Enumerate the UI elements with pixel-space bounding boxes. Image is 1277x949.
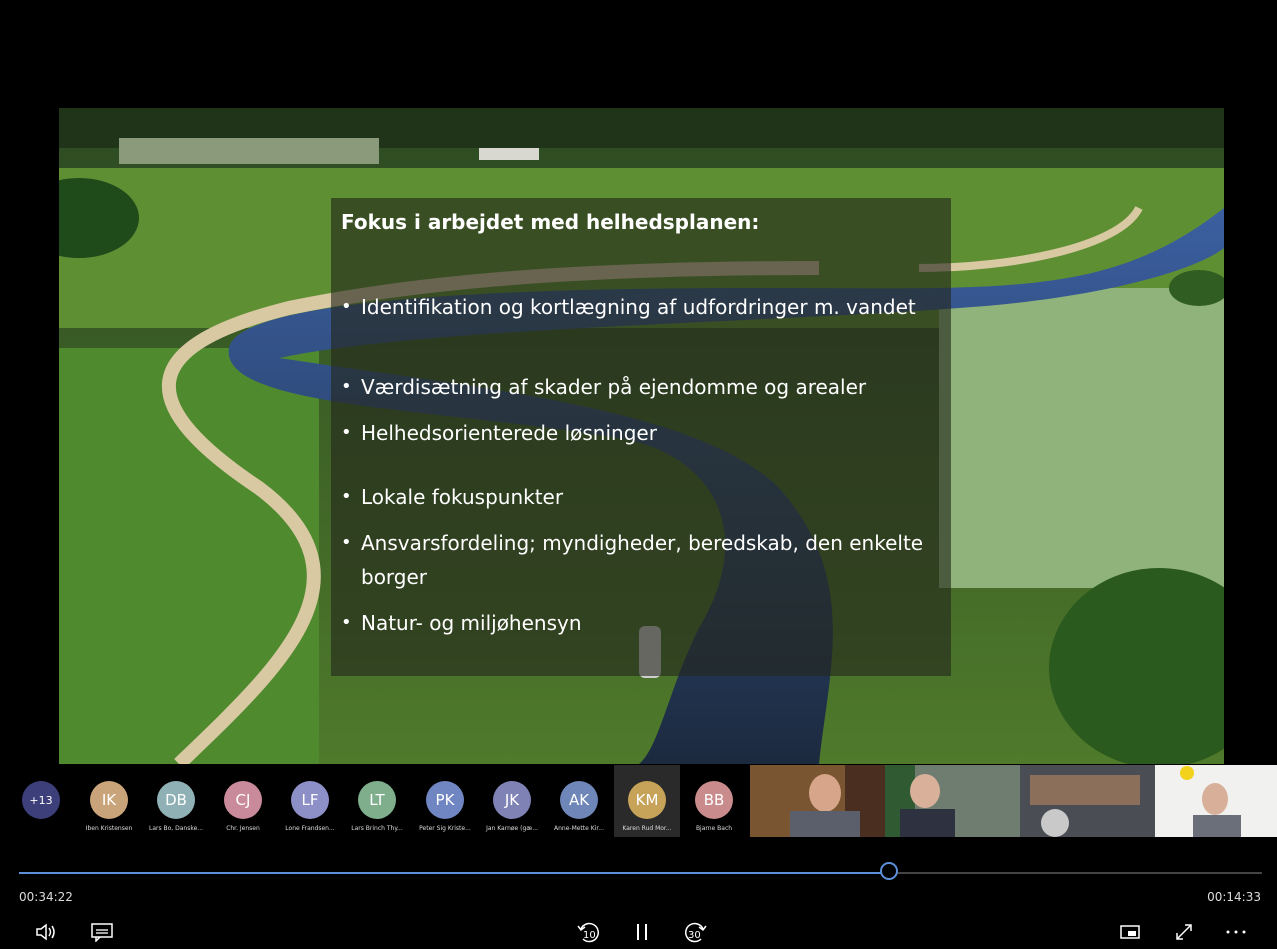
pause-icon bbox=[637, 924, 647, 940]
volume-button[interactable] bbox=[32, 918, 60, 946]
bullet-item: Værdisætning af skader på ejendomme og a… bbox=[341, 370, 931, 404]
participant-name: Karen Rud Mor... bbox=[622, 825, 672, 832]
avatar: BB bbox=[695, 781, 733, 819]
person-video-image bbox=[885, 765, 1020, 837]
avatar: DB bbox=[157, 781, 195, 819]
person-video-image bbox=[1155, 765, 1277, 837]
participant-tile[interactable]: LT Lars Brinch Thy... bbox=[344, 765, 410, 837]
seek-handle[interactable] bbox=[880, 862, 899, 880]
captions-button[interactable] bbox=[88, 918, 116, 946]
participant-video[interactable] bbox=[885, 765, 1020, 837]
participant-tile[interactable]: BB Bjarne Bach bbox=[681, 765, 747, 837]
participant-name: Chr. Jensen bbox=[226, 825, 260, 832]
participants-strip: +13 IK Iben Kristensen DB Lars Bo, Dansk… bbox=[0, 765, 1277, 837]
speaker-icon bbox=[36, 923, 55, 941]
participant-tile-active[interactable]: KM Karen Rud Mor... bbox=[614, 765, 680, 837]
participant-tile[interactable]: IK Iben Kristensen bbox=[76, 765, 142, 837]
picture-in-picture-button[interactable] bbox=[1116, 918, 1144, 946]
overflow-count: +13 bbox=[22, 781, 60, 819]
avatar: LF bbox=[291, 781, 329, 819]
slide-text-box: Fokus i arbejdet med helhedsplanen: Iden… bbox=[331, 198, 951, 676]
bullet-item: Identifikation og kortlægning af udfordr… bbox=[341, 290, 931, 324]
participant-video[interactable] bbox=[1155, 765, 1277, 837]
remaining-time: 00:14:33 bbox=[1207, 890, 1261, 904]
participant-video[interactable] bbox=[750, 765, 885, 837]
elapsed-time: 00:34:22 bbox=[19, 890, 73, 904]
participant-name: Lars Brinch Thy... bbox=[351, 825, 403, 832]
seek-bar[interactable] bbox=[19, 872, 1262, 874]
person-video-image bbox=[1020, 765, 1155, 837]
avatar: AK bbox=[560, 781, 598, 819]
rewind-label: 10 bbox=[583, 930, 596, 941]
participant-name: Bjarne Bach bbox=[695, 825, 733, 832]
avatar: CJ bbox=[224, 781, 262, 819]
captions-icon bbox=[91, 923, 113, 942]
avatar: JK bbox=[493, 781, 531, 819]
avatar: PK bbox=[426, 781, 464, 819]
bullet-item: Lokale fokuspunkter bbox=[341, 480, 931, 514]
participant-tile[interactable]: AK Anne-Mette Kir... bbox=[546, 765, 612, 837]
participant-name: Anne-Mette Kir... bbox=[554, 825, 604, 832]
participant-tile[interactable]: JK Jan Karnøe (gæ... bbox=[479, 765, 545, 837]
pip-icon bbox=[1120, 925, 1140, 939]
bullet-item: Helhedsorienterede løsninger bbox=[341, 416, 931, 450]
expand-icon bbox=[1176, 924, 1192, 940]
slide-heading: Fokus i arbejdet med helhedsplanen: bbox=[341, 210, 760, 234]
more-participants-button[interactable]: +13 bbox=[8, 765, 74, 837]
participant-name: Lone Frandsen... bbox=[285, 825, 335, 832]
rewind-10-button[interactable]: 10 bbox=[574, 918, 604, 946]
bullet-item: Ansvarsfordeling; myndigheder, beredskab… bbox=[341, 526, 931, 594]
participant-name: Iben Kristensen bbox=[85, 825, 133, 832]
more-options-button[interactable] bbox=[1222, 918, 1250, 946]
ellipsis-icon bbox=[1226, 930, 1246, 934]
seek-bar-fill bbox=[19, 872, 890, 874]
participant-video[interactable] bbox=[1020, 765, 1155, 837]
avatar: LT bbox=[358, 781, 396, 819]
presentation-slide: Fokus i arbejdet med helhedsplanen: Iden… bbox=[59, 108, 1224, 764]
fullscreen-button[interactable] bbox=[1170, 918, 1198, 946]
forward-30-button[interactable]: 30 bbox=[680, 918, 710, 946]
bullet-item: Natur- og miljøhensyn bbox=[341, 606, 931, 640]
participant-tile[interactable]: DB Lars Bo, Danske... bbox=[143, 765, 209, 837]
participant-name: Jan Karnøe (gæ... bbox=[486, 825, 538, 832]
avatar: KM bbox=[628, 781, 666, 819]
participant-tile[interactable]: CJ Chr. Jensen bbox=[210, 765, 276, 837]
participant-name: Lars Bo, Danske... bbox=[148, 825, 204, 832]
forward-label: 30 bbox=[688, 930, 701, 941]
pause-button[interactable] bbox=[630, 918, 654, 946]
person-video-image bbox=[750, 765, 885, 837]
participant-name: Peter Sig Kriste... bbox=[419, 825, 471, 832]
participant-tile[interactable]: PK Peter Sig Kriste... bbox=[412, 765, 478, 837]
participant-tile[interactable]: LF Lone Frandsen... bbox=[277, 765, 343, 837]
avatar: IK bbox=[90, 781, 128, 819]
